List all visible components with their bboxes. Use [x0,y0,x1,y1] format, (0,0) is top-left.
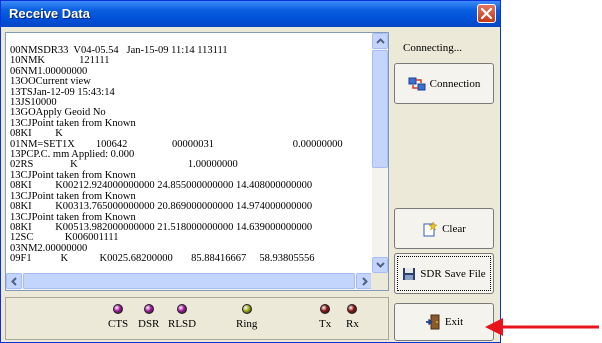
connection-status: Connecting... [403,42,462,54]
log-line: 09F1 K K0025.68200000 85.88416667 58.938… [10,253,315,265]
horizontal-scrollbar[interactable] [6,273,372,290]
close-button[interactable] [477,4,496,23]
signal-label: Tx [319,318,332,330]
signal-label: Ring [236,318,258,330]
signal-dsr: DSR [138,304,159,330]
signal-label: DSR [138,318,160,330]
window-title: Receive Data [9,6,90,21]
scroll-left-button[interactable] [6,273,22,289]
log-line: 13CJPoint taken from Known [10,117,136,129]
scroll-up-button[interactable] [372,33,388,49]
floppy-disk-icon [403,267,416,280]
connection-icon [408,77,426,90]
received-data-textbox[interactable]: 00NMSDR33 V04-05.54 Jan-15-09 11:14 1131… [5,32,389,291]
clear-button-label: Clear [442,222,466,235]
exit-door-icon [425,314,440,330]
chevron-down-icon [376,262,385,268]
scrollbar-corner [371,273,388,290]
close-icon [480,7,493,20]
red-arrow-annotation [485,318,599,336]
new-document-icon [423,220,438,236]
scroll-right-button[interactable] [356,273,372,289]
signal-ring: Ring [236,304,257,330]
rx-led-icon [347,304,358,314]
log-line: 13TSJan-12-09 15:43:14 [10,86,115,98]
connection-button-label: Connection [429,77,481,90]
signal-rlsd: RLSD [168,304,196,330]
dsr-led-icon [143,304,154,314]
received-data-text: 00NMSDR33 V04-05.54 Jan-15-09 11:14 1131… [7,34,371,272]
exit-button-label: Exit [444,316,464,328]
log-line: 08KI K00313.765000000000 20.869000000000… [10,201,313,213]
cts-led-icon [113,304,124,314]
signal-status-panel: CTS DSR RLSD Ring Tx Rx [5,297,389,340]
vertical-scrollbar[interactable] [372,33,388,273]
chevron-left-icon [11,277,17,286]
receive-data-window: Receive Data 00NMSDR33 V04-05.54 Jan-15-… [0,0,501,343]
exit-button[interactable]: Exit [394,303,494,341]
connection-button[interactable]: Connection [394,63,494,104]
sdr-save-file-button-label: SDR Save File [420,267,486,280]
ring-led-icon [241,304,252,314]
chevron-right-icon [362,277,368,286]
horizontal-scroll-thumb[interactable] [23,273,355,289]
clear-button[interactable]: Clear [394,208,494,249]
title-bar[interactable]: Receive Data [1,1,500,27]
scroll-down-button[interactable] [372,257,388,273]
signal-label: RLSD [168,318,197,330]
rlsd-led-icon [177,304,188,314]
signal-label: CTS [108,318,129,330]
signal-cts: CTS [108,304,128,330]
signal-label: Rx [346,318,359,330]
signal-rx: Rx [346,304,359,330]
sdr-save-file-button[interactable]: SDR Save File [394,253,494,294]
signal-tx: Tx [319,304,331,330]
chevron-up-icon [376,38,385,44]
tx-led-icon [320,304,331,314]
vertical-scroll-thumb[interactable] [372,50,388,168]
